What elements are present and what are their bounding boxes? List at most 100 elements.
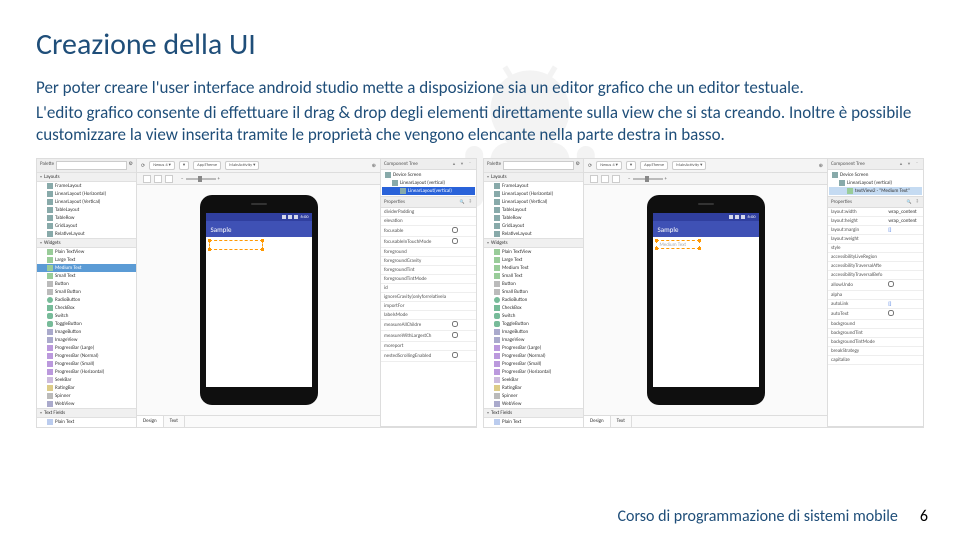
palette-group-widgets[interactable]: ▾Widgets [484,238,583,248]
expand-icon[interactable]: ▲ [898,161,904,167]
palette-item[interactable]: Large Text [484,256,583,264]
resize-handle[interactable] [261,248,264,251]
zoom-out-icon[interactable]: − [181,176,184,182]
resize-handle[interactable] [208,248,211,251]
palette-item[interactable]: Switch [484,312,583,320]
activity-selector[interactable]: MainActivity ▾ [225,161,259,170]
toggle-outline-icon[interactable] [143,175,151,183]
property-row[interactable]: nestedScrollingEnabled [381,351,476,362]
theme-selector[interactable]: AppTheme [640,161,668,170]
property-value[interactable] [885,320,923,329]
palette-item[interactable]: Person Name [37,426,136,428]
palette-item[interactable]: ImageView [37,336,136,344]
palette-item[interactable]: Plain TextView [37,248,136,256]
property-row[interactable]: dividerPadding [381,208,476,217]
sort-icon[interactable]: ↕ [467,199,473,205]
tree-row-selected[interactable]: LinearLayout(vertical) [382,187,475,195]
property-value[interactable] [449,257,476,266]
api-selector[interactable]: ▾ [626,161,636,170]
resize-handle[interactable] [698,239,701,242]
palette-item[interactable]: RadioButton [37,296,136,304]
property-value[interactable] [449,217,476,226]
property-row[interactable]: measureWithLargestCh [381,331,476,342]
property-row[interactable]: layout:heightwrap_content [828,217,923,226]
tab-text[interactable]: Text [164,416,185,427]
property-row[interactable]: id [381,284,476,293]
property-value[interactable] [885,347,923,356]
palette-group-textfields[interactable]: ▾Text Fields [484,408,583,418]
collapse-icon[interactable]: ▼ [459,161,465,167]
palette-item[interactable]: ProgressBar (Normal) [37,352,136,360]
gear-icon[interactable]: ⚙ [576,161,580,170]
tab-design[interactable]: Design [584,416,611,427]
palette-item[interactable]: Medium Text [484,264,583,272]
palette-search[interactable] [503,161,573,170]
minimize-icon[interactable]: – [914,161,920,167]
property-value[interactable]: wrap_content [885,217,923,226]
tree-row-selected[interactable]: textView2 - "Medium Text" [829,187,922,195]
property-value[interactable] [449,248,476,257]
toggle-layout-icon[interactable] [165,175,173,183]
activity-selector[interactable]: MainActivity ▾ [672,161,706,170]
palette-item[interactable]: RatingBar [484,384,583,392]
property-row[interactable]: labelsMode [381,311,476,320]
property-value[interactable] [449,311,476,320]
tab-design[interactable]: Design [137,416,164,427]
property-row[interactable]: background [828,320,923,329]
palette-item[interactable]: ProgressBar (Small) [484,360,583,368]
palette-item[interactable]: Button [484,280,583,288]
sort-icon[interactable]: ↕ [914,199,920,205]
property-value[interactable] [449,302,476,311]
property-value[interactable] [885,309,923,320]
property-value[interactable] [885,356,923,365]
palette-item[interactable]: LinearLayout (Horizontal) [484,190,583,198]
property-row[interactable]: measureAllChildre [381,320,476,331]
palette-item[interactable]: Large Text [37,256,136,264]
property-value[interactable]: [] [885,300,923,309]
property-row[interactable]: foregroundTint [381,266,476,275]
palette-item[interactable]: ImageButton [484,328,583,336]
property-checkbox[interactable] [452,227,458,233]
property-value[interactable] [449,208,476,217]
property-checkbox[interactable] [452,321,458,327]
palette-item[interactable]: TableLayout [484,206,583,214]
palette-item[interactable]: ProgressBar (Horizontal) [37,368,136,376]
palette-item[interactable]: WebView [37,400,136,408]
property-row[interactable]: autoText [828,309,923,320]
theme-selector[interactable]: AppTheme [193,161,221,170]
resize-handle[interactable] [655,239,658,242]
tree-row-root[interactable]: LinearLayout (vertical) [382,179,475,187]
palette-item[interactable]: GridLayout [37,222,136,230]
property-value[interactable] [449,284,476,293]
device-selector[interactable]: Nexus 4 ▾ [149,161,175,170]
rotate-icon[interactable]: ⟳ [141,163,145,169]
tree-row-screen[interactable]: Device Screen [829,171,922,179]
property-row[interactable]: accessibilityLiveRegion [828,253,923,262]
palette-item[interactable]: Small Button [37,288,136,296]
palette-item[interactable]: ProgressBar (Large) [37,344,136,352]
palette-item[interactable]: CheckBox [37,304,136,312]
tree-row-screen[interactable]: Device Screen [382,171,475,179]
property-row[interactable]: capitalize [828,356,923,365]
phone-screen[interactable]: 6:00 Sample [206,213,312,387]
palette-item[interactable]: Person Name [484,426,583,428]
palette-item[interactable]: ProgressBar (Horizontal) [484,368,583,376]
property-row[interactable]: ignoreGravity(onlyforrelativela [381,293,476,302]
toggle-layout-icon[interactable] [612,175,620,183]
property-row[interactable]: foreground [381,248,476,257]
palette-search[interactable] [56,161,126,170]
property-row[interactable]: foregroundTintMode [381,275,476,284]
property-value[interactable] [449,293,476,302]
collapse-icon[interactable]: ▼ [906,161,912,167]
toggle-blueprint-icon[interactable] [601,175,609,183]
selected-view-outline[interactable] [209,240,263,250]
palette-item[interactable]: ProgressBar (Normal) [484,352,583,360]
property-row[interactable]: accessibilityTraversalBefo [828,271,923,280]
zoom-track[interactable] [186,178,216,180]
palette-group-textfields[interactable]: ▾Text Fields [37,408,136,418]
property-value[interactable] [449,342,476,351]
property-value[interactable] [449,237,476,248]
resize-handle[interactable] [698,247,701,250]
property-row[interactable]: breakStrategy [828,347,923,356]
zoom-thumb[interactable] [645,176,649,182]
